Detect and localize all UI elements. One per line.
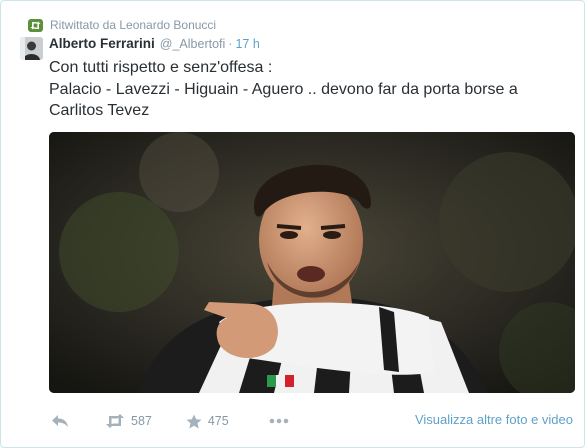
- favorite-action[interactable]: 475: [186, 414, 229, 429]
- more-media-link[interactable]: Visualizza altre foto e video: [415, 412, 573, 427]
- tweet-timestamp[interactable]: 17 h: [235, 37, 259, 51]
- retweeted-by-label[interactable]: Ritwittato da Leonardo Bonucci: [50, 18, 216, 32]
- reply-action[interactable]: [51, 414, 69, 428]
- tweet-text-line: Palacio - Lavezzi - Higuain - Aguero .. …: [49, 80, 518, 98]
- retweet-icon: [28, 18, 43, 32]
- retweet-count: 587: [131, 414, 152, 428]
- separator-dot: ·: [228, 37, 233, 51]
- tweet-text-line: Con tutti rispetto e senz'offesa :: [49, 59, 273, 76]
- retweet-action[interactable]: 587: [105, 414, 152, 428]
- tweet-text: Con tutti rispetto e senz'offesa : Palac…: [49, 57, 569, 122]
- more-dots-icon[interactable]: [269, 418, 289, 424]
- reply-icon[interactable]: [51, 414, 69, 428]
- retweet-icon[interactable]: [105, 414, 125, 428]
- tweet-text-line: Carlitos Tevez: [49, 102, 150, 119]
- more-action[interactable]: [269, 418, 289, 424]
- retweet-context: Ritwittato da Leonardo Bonucci: [28, 17, 216, 33]
- tweet-card[interactable]: Ritwittato da Leonardo Bonucci Alberto F…: [0, 0, 585, 448]
- favorite-count: 475: [207, 414, 229, 428]
- tweet-header: Alberto Ferrarini @_Albertofi · 17 h: [49, 36, 260, 54]
- player-photo-illustration: [49, 132, 575, 393]
- avatar[interactable]: [20, 37, 43, 60]
- author-handle[interactable]: @_Albertofi: [160, 37, 226, 51]
- tweet-photo[interactable]: [49, 132, 575, 393]
- author-name[interactable]: Alberto Ferrarini: [49, 36, 155, 51]
- star-icon[interactable]: [186, 414, 202, 429]
